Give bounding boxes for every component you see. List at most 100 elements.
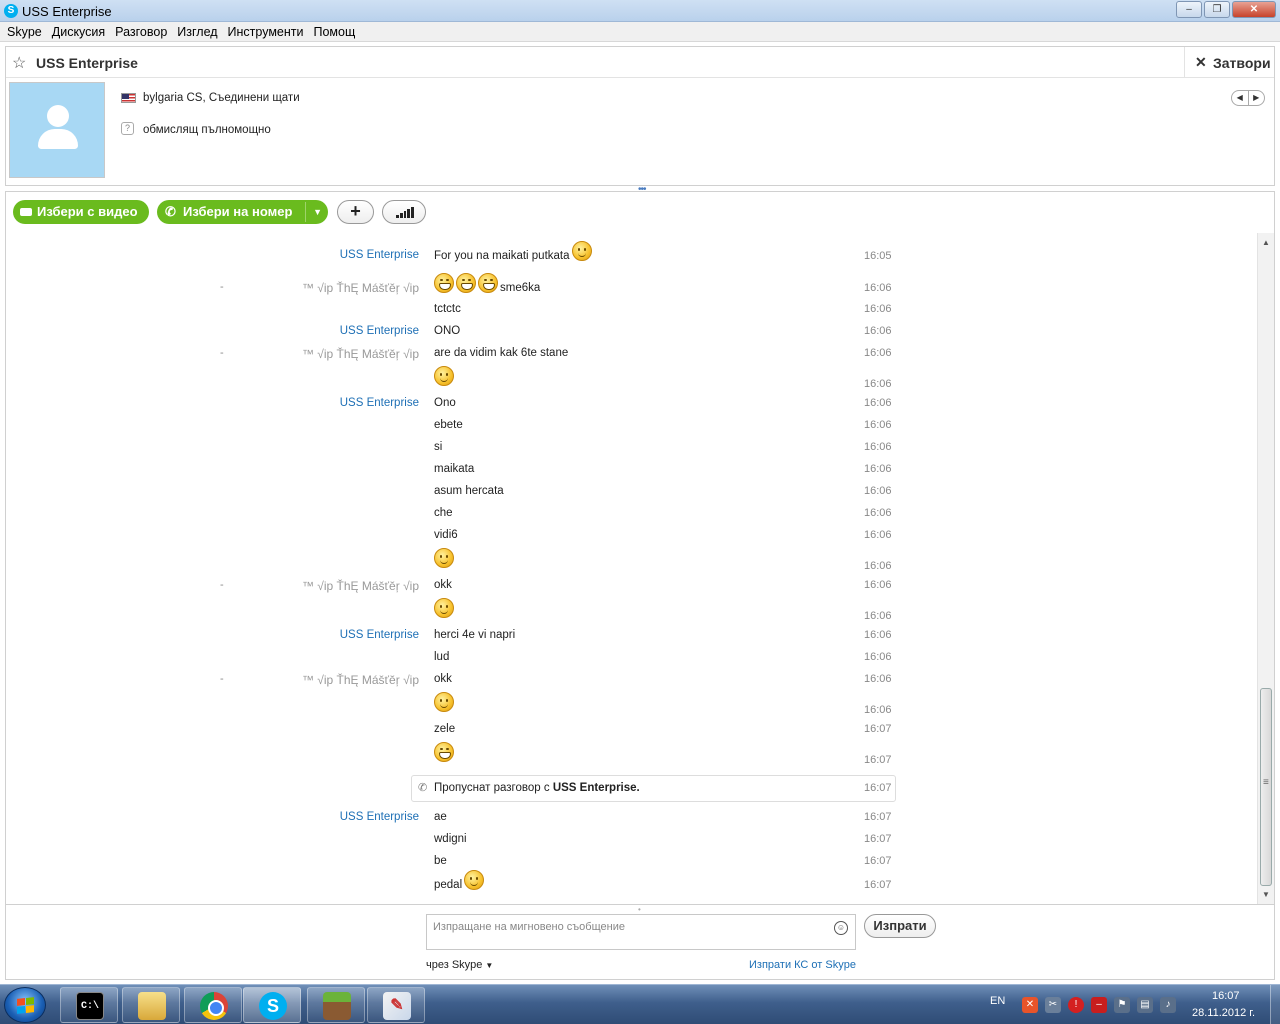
contact-title-row: ☆ USS Enterprise ✕ Затвори [6,47,1274,78]
message-sender[interactable]: ™ √ip ŤhĘ Mášťĕŗ √ip [302,281,419,295]
message-row: USS Enterprise herci 4e vi napri 16:06 [6,626,1246,648]
add-people-button[interactable]: + [337,200,374,224]
taskbar-command-prompt[interactable]: C:\ [60,987,118,1023]
network-icon[interactable]: ▤ [1137,997,1153,1013]
message-row: 16:07 [6,742,1246,768]
send-via-selector[interactable]: чрез Skype ▼ [426,959,493,971]
message-row: - ™ √ip ŤhĘ Mášťĕŗ √ip okk 16:06 [6,576,1246,598]
smile-emoticon-icon [464,870,485,890]
avatar-body-shape [38,129,78,149]
menu-view[interactable]: Изглед [174,22,224,41]
message-body: Ono [434,397,456,409]
taskbar-explorer[interactable] [122,987,180,1023]
message-body: asum hercata [434,485,504,497]
resize-grip[interactable]: • [638,905,641,914]
show-desktop-button[interactable] [1270,985,1280,1024]
button-divider [305,202,306,222]
message-time: 16:06 [864,629,892,641]
menu-help[interactable]: Помощ [311,22,363,41]
windows-taskbar: C:\ S ✎ EN ✕ ✂ ! – ⚑ ▤ ♪ 16:07 28.11.201… [0,984,1280,1024]
message-edit-dash: - [220,281,224,293]
message-time: 16:06 [864,325,892,337]
send-sms-link[interactable]: Изпрати КС от Skype [749,959,856,971]
scroll-thumb[interactable] [1260,688,1272,886]
menu-skype[interactable]: Skype [4,22,49,41]
taskbar-minecraft[interactable] [307,987,365,1023]
video-call-button[interactable]: Избери с видео [13,200,149,224]
scroll-down-arrow-icon[interactable]: ▼ [1258,887,1274,903]
taskbar-paint[interactable]: ✎ [367,987,425,1023]
message-sender[interactable]: USS Enterprise [340,811,419,823]
star-icon[interactable]: ☆ [12,53,26,73]
alert-icon[interactable]: ! [1068,997,1084,1013]
close-conversation-button[interactable]: ✕ Затвори [1184,47,1274,78]
message-body: lud [434,651,449,663]
menu-tools[interactable]: Инструменти [225,22,311,41]
prev-arrow-icon[interactable]: ◀ [1232,91,1249,105]
message-time: 16:07 [864,723,892,735]
menu-call[interactable]: Разговор [112,22,174,41]
close-window-button[interactable]: ✕ [1232,1,1276,18]
scroll-up-arrow-icon[interactable]: ▲ [1258,235,1274,251]
message-sender[interactable]: USS Enterprise [340,249,419,261]
chevron-down-icon[interactable]: ▼ [313,200,322,224]
close-label: Затвори [1213,55,1271,71]
message-body: tctctc [434,303,461,315]
message-body: pedal [434,869,485,891]
minimize-button[interactable]: – [1176,1,1202,18]
avatar[interactable] [9,82,105,178]
tools-icon[interactable]: ✂ [1045,997,1061,1013]
message-input[interactable]: Изпращане на мигновено съобщение ☺ [426,914,856,950]
message-text: okk [434,673,452,685]
message-sender[interactable]: USS Enterprise [340,397,419,409]
message-edit-dash: - [220,579,224,591]
contact-header: ☆ USS Enterprise ✕ Затвори bylgaria CS, … [5,46,1275,186]
chat-scrollbar[interactable]: ▲ ▼ [1257,233,1274,904]
taskbar-chrome[interactable] [184,987,242,1023]
voice-call-button[interactable]: ✆ Избери на номер ▼ [157,200,328,224]
missed-call-notice: ✆ Пропуснат разговор с USS Enterprise. 1… [411,775,896,802]
avatar-head-shape [47,105,69,127]
command-prompt-icon: C:\ [76,992,104,1020]
message-row: si 16:06 [6,438,1246,460]
message-text: asum hercata [434,485,504,497]
volume-icon[interactable]: ♪ [1160,997,1176,1013]
clock-time[interactable]: 16:07 [1212,990,1240,1002]
message-text: are da vidim kak 6te stane [434,347,569,359]
message-row: USS Enterprise ae 16:07 [6,808,1246,830]
message-time: 16:06 [864,282,892,294]
message-sender[interactable]: ™ √ip ŤhĘ Mášťĕŗ √ip [302,579,419,593]
message-time: 16:07 [864,879,892,891]
message-edit-dash: - [220,347,224,359]
message-sender[interactable]: ™ √ip ŤhĘ Mášťĕŗ √ip [302,347,419,361]
send-button[interactable]: Изпрати [864,914,936,938]
message-time: 16:06 [864,378,892,390]
clock-date[interactable]: 28.11.2012 г. [1192,1007,1255,1019]
message-row: 16:06 [6,366,1246,392]
call-quality-button[interactable] [382,200,426,224]
next-arrow-icon[interactable]: ▶ [1249,91,1265,105]
message-sender[interactable]: USS Enterprise [340,325,419,337]
emoticon-picker-icon[interactable]: ☺ [834,921,848,935]
language-indicator[interactable]: EN [990,995,1005,1007]
message-sender[interactable]: USS Enterprise [340,629,419,641]
message-sender[interactable]: ™ √ip ŤhĘ Mášťĕŗ √ip [302,673,419,687]
message-text: For you na maikati putkata [434,250,570,262]
maximize-button[interactable]: ❐ [1204,1,1230,18]
xampp-icon[interactable]: ✕ [1022,997,1038,1013]
blocked-icon[interactable]: – [1091,997,1107,1013]
flag-error-icon[interactable]: ⚑ [1114,997,1130,1013]
message-time: 16:07 [864,754,892,766]
window-controls: – ❐ ✕ [1176,1,1276,18]
taskbar-skype[interactable]: S [243,987,301,1023]
menu-conversation[interactable]: Дискусия [49,22,112,41]
message-text: ae [434,811,447,823]
send-via-label: чрез Skype [426,959,483,971]
action-bar: Избери с видео ✆ Избери на номер ▼ + [5,191,1275,233]
missed-call-text: Пропуснат разговор с USS Enterprise. [434,782,640,794]
message-time: 16:06 [864,485,892,497]
smile-emoticon-icon [434,366,454,386]
start-button[interactable] [4,987,46,1023]
chevron-down-icon: ▼ [485,961,494,970]
message-time: 16:06 [864,507,892,519]
